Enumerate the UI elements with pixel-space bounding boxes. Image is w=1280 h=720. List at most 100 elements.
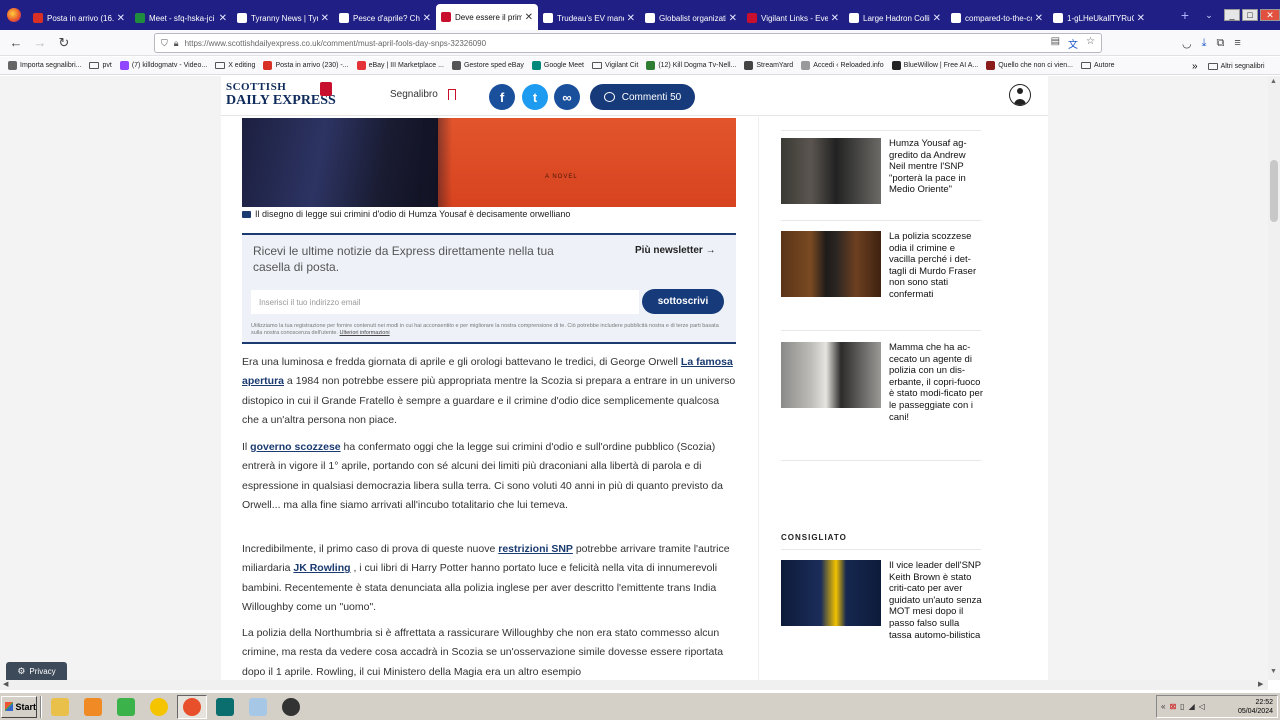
url-text[interactable]: https://www.scottishdailyexpress.co.uk/c… <box>185 39 1051 48</box>
bookmark-item[interactable]: (7) killdogmatv - Video... <box>119 61 207 70</box>
antivirus-icon[interactable]: ▯ <box>1180 702 1184 711</box>
taskbar-app-button[interactable] <box>276 695 306 719</box>
close-window-button[interactable]: ✕ <box>1260 9 1280 21</box>
bookmark-item[interactable]: Vigilant Cit <box>591 62 638 69</box>
browser-tab[interactable]: Globalist organizations a✕ <box>640 6 742 30</box>
back-button[interactable]: ← <box>4 35 28 50</box>
extensions-icon[interactable]: ⧉ <box>1216 37 1224 50</box>
other-bookmarks[interactable]: Altri segnalibri <box>1221 63 1265 70</box>
tab-close-icon[interactable]: ✕ <box>933 13 941 24</box>
star-bookmark-icon[interactable]: ☆ <box>1086 36 1095 51</box>
comments-button[interactable]: Commenti 50 <box>590 84 695 110</box>
taskbar-app-button[interactable] <box>210 695 240 719</box>
bookmark-item[interactable]: Posta in arrivo (230) -... <box>263 61 349 70</box>
tab-close-icon[interactable]: ✕ <box>1137 13 1145 24</box>
bookmark-item[interactable]: eBay | III Marketplace ... <box>356 61 444 70</box>
browser-tab[interactable]: Vigilant Links - Ever ✕ <box>742 6 844 30</box>
address-bar[interactable]: ⛉ 🔒︎ https://www.scottishdailyexpress.co… <box>154 33 1102 53</box>
tab-close-icon[interactable]: ✕ <box>117 13 125 24</box>
maximize-button[interactable]: □ <box>1242 9 1258 21</box>
sidebar-article-thumbnail[interactable] <box>781 138 881 204</box>
forward-button[interactable]: → <box>28 35 52 50</box>
minimize-button[interactable]: _ <box>1224 9 1240 21</box>
scrollbar-thumb[interactable] <box>1270 160 1278 222</box>
signal-icon[interactable]: ◢ <box>1189 702 1195 711</box>
sidebar-article-thumbnail[interactable] <box>781 342 881 408</box>
tab-close-icon[interactable]: ✕ <box>423 13 431 24</box>
twitter-share-button[interactable]: t <box>522 84 548 110</box>
subscribe-button[interactable]: sottoscrivi <box>642 289 724 314</box>
more-info-link[interactable]: Ulteriori informazioni <box>340 330 390 336</box>
horizontal-scrollbar[interactable]: ◀ ▶ <box>0 680 1268 690</box>
volume-icon[interactable]: ◁ <box>1199 702 1205 711</box>
taskbar-app-button[interactable] <box>243 695 273 719</box>
new-tab-button[interactable]: + <box>1174 7 1196 23</box>
bookmark-item[interactable]: pvt <box>89 62 112 69</box>
tab-list-button[interactable]: ⌄ <box>1196 10 1222 21</box>
site-logo[interactable]: SCOTTISH DAILY EXPRESS <box>226 82 336 108</box>
vertical-scrollbar[interactable]: ▲ ▼ <box>1268 76 1280 680</box>
bookmarks-overflow-icon[interactable]: » <box>1192 61 1198 72</box>
scroll-down-arrow[interactable]: ▼ <box>1270 668 1277 675</box>
bookmark-button[interactable]: Segnalibro <box>390 89 456 100</box>
scroll-up-arrow[interactable]: ▲ <box>1270 78 1277 85</box>
taskbar-app-button[interactable] <box>144 695 174 719</box>
jk-rowling-link[interactable]: JK Rowling <box>293 562 350 574</box>
bookmark-item[interactable]: Autore <box>1080 62 1115 69</box>
downloads-icon[interactable]: ⤓ <box>1202 37 1207 50</box>
snp-restrictions-link[interactable]: restrizioni SNP <box>498 543 573 555</box>
reload-button[interactable]: ↻ <box>52 35 76 51</box>
bookmark-item[interactable]: BlueWillow | Free AI A... <box>891 61 978 70</box>
taskbar-app-button[interactable] <box>177 694 207 719</box>
taskbar-app-button[interactable] <box>45 695 75 719</box>
bookmark-item[interactable]: Importa segnalibri... <box>8 61 81 70</box>
recommended-article-title[interactable]: Il vice leader dell'SNP Keith Brown è st… <box>889 560 983 641</box>
privacy-button[interactable]: ⚙ Privacy <box>6 662 67 680</box>
email-input[interactable]: Inserisci il tuo indirizzo email <box>251 290 639 314</box>
tab-close-icon[interactable]: ✕ <box>525 12 533 23</box>
start-button[interactable]: Start <box>1 695 37 718</box>
reader-view-icon[interactable]: ▤ <box>1051 36 1060 51</box>
tab-close-icon[interactable]: ✕ <box>1035 13 1043 24</box>
bookmark-item[interactable]: Accedi ‹ Reloaded.info <box>801 61 884 70</box>
tab-close-icon[interactable]: ✕ <box>627 13 635 24</box>
bookmark-item[interactable]: (12) Kill Dogma Tv-Nell... <box>646 61 736 70</box>
sidebar-article-title[interactable]: La polizia scozzese odia il crimine e va… <box>889 231 983 301</box>
bookmark-item[interactable]: Gestore sped eBay <box>451 61 524 70</box>
lock-icon[interactable]: 🔒︎ <box>174 38 179 49</box>
account-icon[interactable] <box>1009 84 1031 106</box>
pocket-icon[interactable]: ◡ <box>1182 37 1192 50</box>
more-newsletters-link[interactable]: Più newsletter → <box>635 245 716 256</box>
bookmark-item[interactable]: Quello che non ci vien... <box>986 61 1073 70</box>
shield-icon[interactable]: ⛉ <box>161 38 168 49</box>
browser-tab[interactable]: compared-to-the-collid✕ <box>946 6 1048 30</box>
browser-tab[interactable]: Deve essere il primo ✕ <box>436 4 538 30</box>
browser-tab[interactable]: Meet - sfq-hska-jci ✕ <box>130 6 232 30</box>
bookmark-item[interactable]: Google Meet <box>531 61 584 70</box>
bookmark-item[interactable]: X editing <box>215 62 255 69</box>
bookmark-item[interactable]: StreamYard <box>744 61 793 70</box>
menu-icon[interactable]: ≡ <box>1234 37 1240 49</box>
browser-tab[interactable]: 1-gLHeUkallTYRuQIpPal✕ <box>1048 6 1150 30</box>
tab-close-icon[interactable]: ✕ <box>219 13 227 24</box>
scroll-right-arrow[interactable]: ▶ <box>1258 680 1263 688</box>
taskbar-app-button[interactable] <box>78 695 108 719</box>
sidebar-article-thumbnail[interactable] <box>781 231 881 297</box>
browser-tab[interactable]: Trudeau's EV mandate c✕ <box>538 6 640 30</box>
tab-close-icon[interactable]: ✕ <box>831 13 839 24</box>
copy-link-button[interactable]: ∞ <box>554 84 580 110</box>
browser-tab[interactable]: Posta in arrivo (16...)✕ <box>28 6 130 30</box>
sidebar-article-title[interactable]: Humza Yousaf ag-gredito da Andrew Neil m… <box>889 138 983 196</box>
taskbar-app-button[interactable] <box>111 695 141 719</box>
tab-close-icon[interactable]: ✕ <box>729 13 737 24</box>
browser-tab[interactable]: Tyranny News | Tyranny✕ <box>232 6 334 30</box>
browser-tab[interactable]: Pesce d'aprile? Chiamare✕ <box>334 6 436 30</box>
facebook-share-button[interactable]: f <box>489 84 515 110</box>
scroll-left-arrow[interactable]: ◀ <box>3 680 8 688</box>
browser-tab[interactable]: Large Hadron Collid ✕ <box>844 6 946 30</box>
translate-icon[interactable]: 文 <box>1068 36 1078 51</box>
scottish-government-link[interactable]: governo scozzese <box>250 441 340 453</box>
recommended-article-thumbnail[interactable] <box>781 560 881 626</box>
firefox-menu-icon[interactable] <box>0 0 28 30</box>
tray-arrow-icon[interactable]: « <box>1161 702 1165 711</box>
